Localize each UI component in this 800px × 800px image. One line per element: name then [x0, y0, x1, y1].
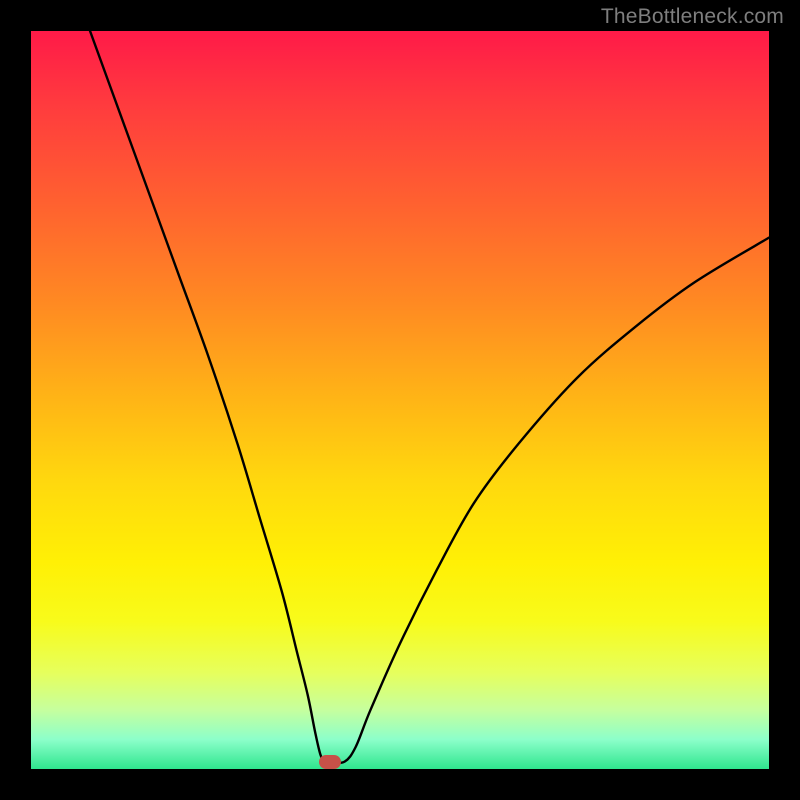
watermark-text: TheBottleneck.com [601, 5, 784, 29]
chart-frame: TheBottleneck.com [0, 0, 800, 800]
optimal-point-marker [319, 755, 341, 769]
bottleneck-curve [31, 31, 769, 769]
plot-area [31, 31, 769, 769]
